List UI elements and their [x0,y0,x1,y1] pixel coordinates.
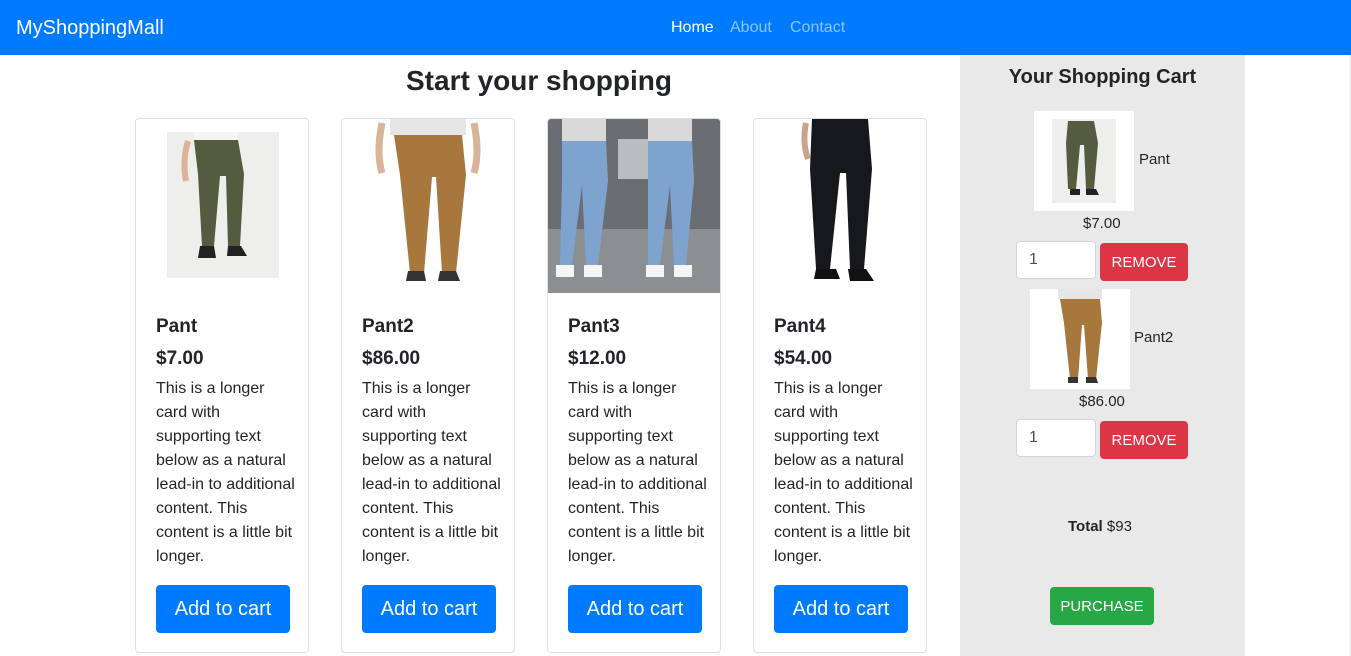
product-card: Pant $7.00 This is a longer card with su… [135,118,309,653]
cart-item-image [1030,289,1130,389]
nav-contact[interactable]: Contact [790,18,845,38]
product-description: This is a longer card with supporting te… [156,380,295,565]
total-value: $93 [1106,518,1132,535]
add-to-cart-button[interactable]: Add to cart [568,585,702,633]
product-title: Pant3 [568,316,620,337]
cart-item-price: $7.00 [1083,215,1121,232]
cart-item-image [1034,111,1134,211]
nav-about[interactable]: About [730,18,772,38]
total-label: Total [1068,518,1103,535]
quantity-input[interactable] [1016,419,1096,457]
product-title: Pant4 [774,316,826,337]
product-price: $12.00 [568,348,627,369]
cart-item-name: Pant [1139,151,1170,168]
cart-title: Your Shopping Cart [1008,66,1197,88]
product-description: This is a longer card with supporting te… [362,380,501,565]
olive-pant-photo [136,119,308,293]
shopping-cart-panel: Your Shopping Cart Pant $7.00 REMOVE Pan… [960,55,1245,656]
remove-button[interactable]: REMOVE [1100,421,1188,459]
add-to-cart-button[interactable]: Add to cart [774,585,908,633]
remove-button[interactable]: REMOVE [1100,243,1188,281]
cart-item-price: $86.00 [1079,393,1125,410]
ripped-jeans-photo [548,119,720,293]
purchase-button[interactable]: PURCHASE [1050,587,1154,625]
nav-home[interactable]: Home [671,18,714,38]
product-card: Pant4 $54.00 This is a longer card with … [753,118,927,653]
brand-link[interactable]: MyShoppingMall [16,16,164,40]
navbar: MyShoppingMall Home About Contact [0,0,1351,55]
page-title: Start your shopping [406,65,672,96]
product-price: $86.00 [362,348,421,369]
brown-pant-photo [342,119,514,293]
quantity-input[interactable] [1016,241,1096,279]
product-description: This is a longer card with supporting te… [568,380,707,565]
cart-total: Total $93 [1068,518,1132,536]
add-to-cart-button[interactable]: Add to cart [156,585,290,633]
product-description: This is a longer card with supporting te… [774,380,913,565]
product-title: Pant2 [362,316,414,337]
black-pant-photo [754,119,926,293]
product-price: $7.00 [156,348,204,369]
cart-item-name: Pant2 [1134,329,1174,346]
product-card: Pant3 $12.00 This is a longer card with … [547,118,721,653]
product-card: Pant2 $86.00 This is a longer card with … [341,118,515,653]
product-title: Pant [156,316,198,337]
product-price: $54.00 [774,348,833,369]
add-to-cart-button[interactable]: Add to cart [362,585,496,633]
